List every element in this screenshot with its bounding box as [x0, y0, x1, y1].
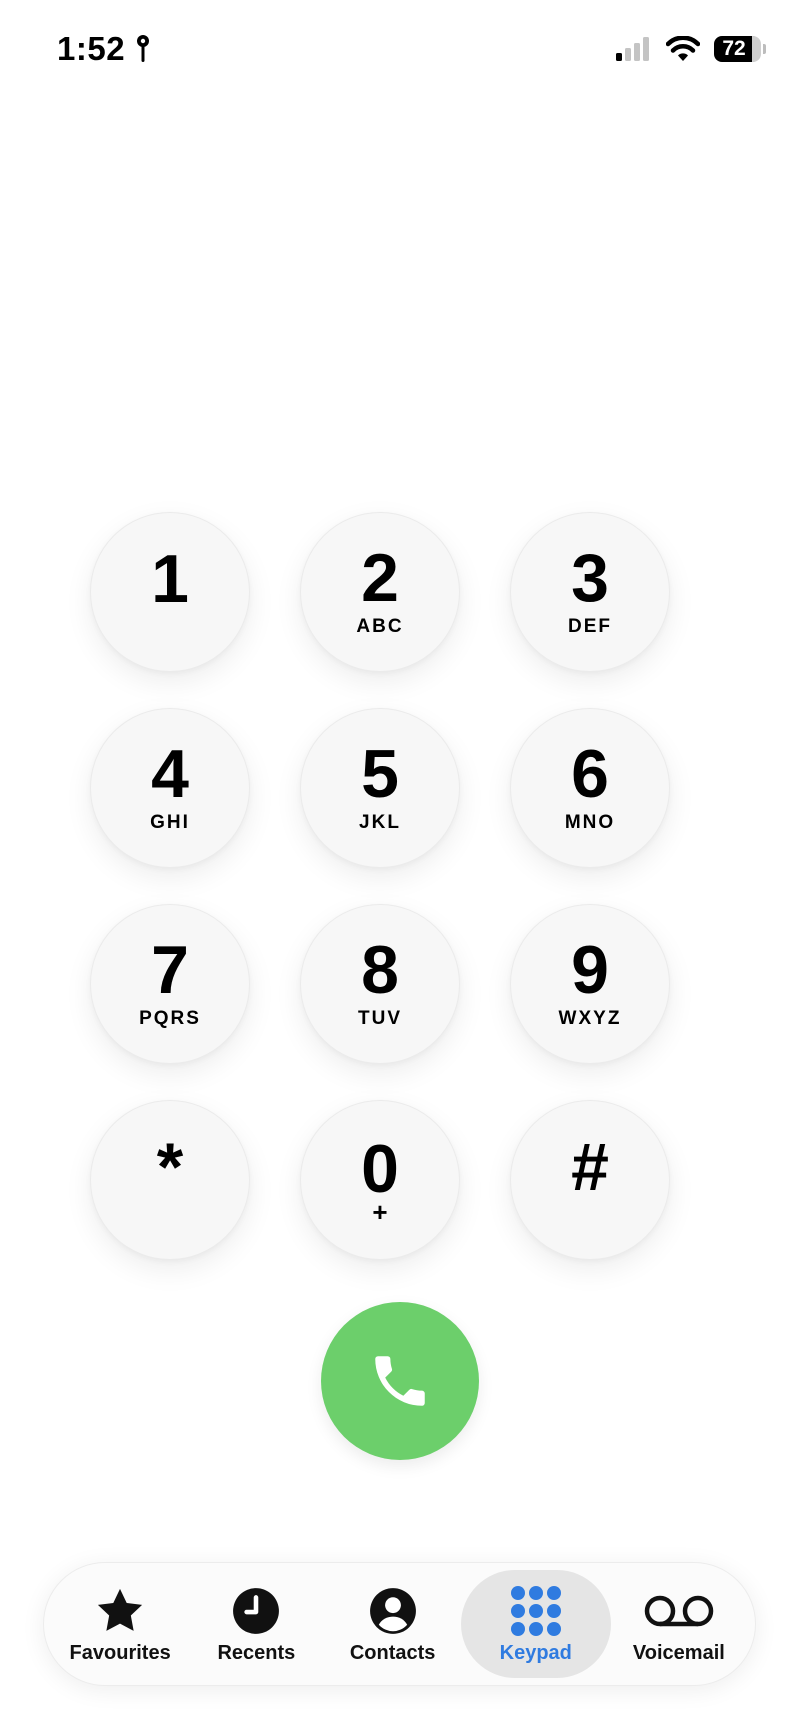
tab-keypad[interactable]: Keypad [460, 1570, 611, 1678]
person-circle-icon [365, 1584, 421, 1638]
status-time-group: 1:52 [57, 30, 151, 68]
key-9[interactable]: 9 WXYZ [510, 904, 670, 1064]
tab-label: Contacts [349, 1641, 436, 1664]
phone-icon [375, 1356, 425, 1406]
tab-bar: Favourites Recents Contacts Keypad Voice… [43, 1562, 756, 1686]
clock-icon [228, 1584, 284, 1638]
wifi-icon [666, 36, 700, 61]
key-hash[interactable]: # [510, 1100, 670, 1260]
key-star[interactable]: * [90, 1100, 250, 1260]
key-letters: PQRS [139, 1008, 201, 1029]
key-digit: 8 [361, 932, 399, 1008]
tab-recents[interactable]: Recents [188, 1570, 324, 1678]
dial-keypad: 1 2 ABC 3 DEF 4 GHI 5 JKL 6 MNO 7 PQRS 8… [90, 512, 670, 1260]
key-digit: 0 [361, 1131, 399, 1207]
key-3[interactable]: 3 DEF [510, 512, 670, 672]
key-2[interactable]: 2 ABC [300, 512, 460, 672]
key-digit: 3 [571, 540, 609, 616]
key-letters: TUV [358, 1008, 402, 1029]
key-letters: MNO [564, 812, 616, 833]
tab-label: Favourites [69, 1641, 171, 1664]
key-digit: 2 [361, 540, 399, 616]
status-indicators: 72 [616, 36, 766, 62]
tab-contacts[interactable]: Contacts [325, 1570, 461, 1678]
key-0[interactable]: 0 + [300, 1100, 460, 1260]
tab-label: Keypad [499, 1641, 572, 1664]
key-5[interactable]: 5 JKL [300, 708, 460, 868]
key-digit: 1 [151, 541, 189, 617]
key-digit: 7 [151, 932, 189, 1008]
status-time: 1:52 [57, 30, 126, 67]
key-letters: ABC [356, 616, 404, 637]
signal-icon [616, 37, 649, 61]
status-bar: 1:52 72 [0, 0, 800, 100]
key-8[interactable]: 8 TUV [300, 904, 460, 1064]
tab-label: Recents [217, 1641, 296, 1664]
key-digit: 4 [151, 736, 189, 812]
star-icon [92, 1584, 148, 1638]
battery-icon: 72 [714, 36, 766, 62]
key-letters: + [372, 1197, 388, 1227]
call-button[interactable] [321, 1302, 479, 1460]
tab-favourites[interactable]: Favourites [52, 1570, 188, 1678]
battery-level: 72 [722, 37, 746, 60]
key-6[interactable]: 6 MNO [510, 708, 670, 868]
key-1[interactable]: 1 [90, 512, 250, 672]
key-4[interactable]: 4 GHI [90, 708, 250, 868]
tab-voicemail[interactable]: Voicemail [611, 1570, 747, 1678]
key-digit: 6 [571, 736, 609, 812]
key-letters: WXYZ [558, 1008, 622, 1029]
key-letters: DEF [568, 616, 612, 637]
tab-label: Voicemail [632, 1641, 725, 1664]
key-digit: 5 [361, 736, 399, 812]
key-digit: 9 [571, 932, 609, 1008]
keypad-grid-icon [508, 1584, 564, 1638]
key-7[interactable]: 7 PQRS [90, 904, 250, 1064]
voicemail-icon [642, 1584, 716, 1638]
key-letters: JKL [359, 812, 401, 833]
key-digit: # [571, 1129, 609, 1205]
key-digit: * [156, 1129, 184, 1205]
location-icon [137, 35, 150, 62]
key-letters: GHI [150, 812, 190, 833]
